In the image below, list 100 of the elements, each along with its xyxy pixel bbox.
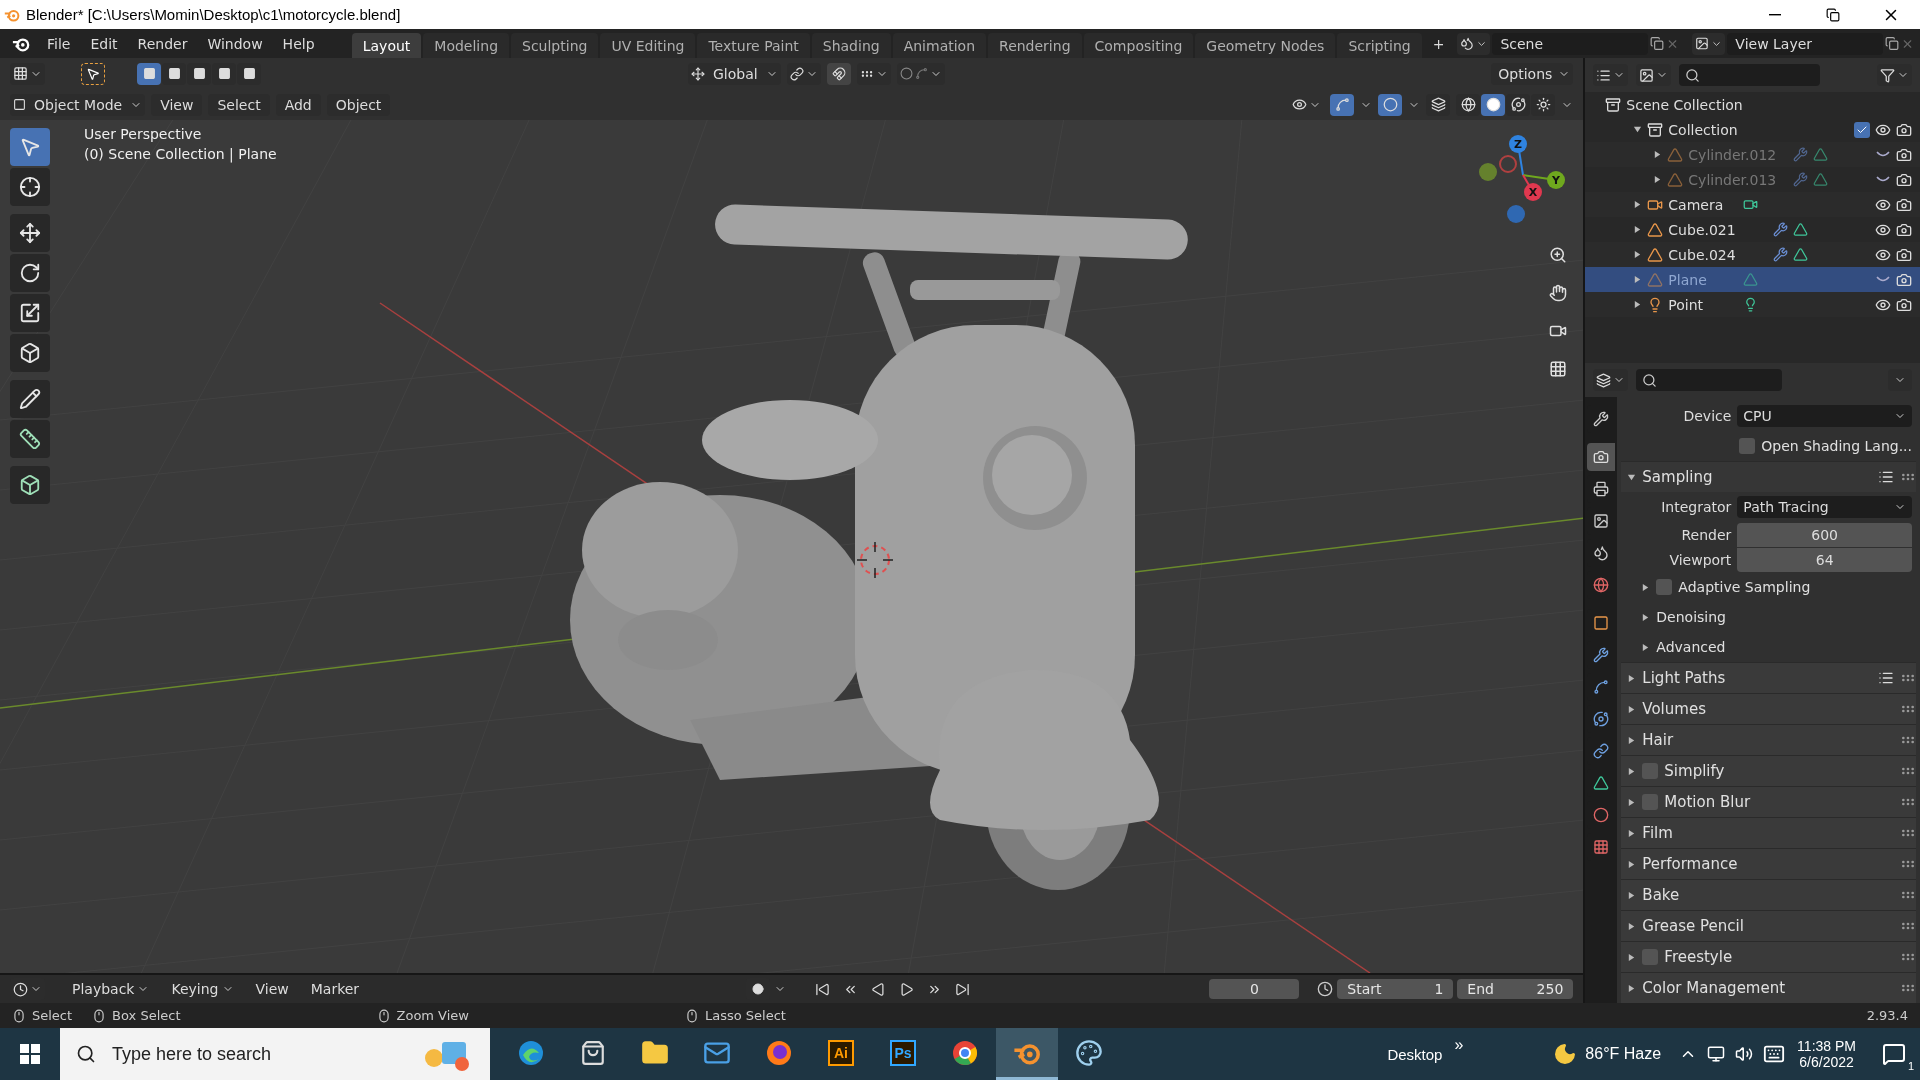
panel-title: Motion Blur [1664, 793, 1752, 811]
subpanel-header[interactable]: Denoising [1621, 602, 1916, 632]
workspace-tab[interactable]: Geometry Nodes [1195, 33, 1336, 58]
workspace-tab[interactable]: Sculpting [511, 33, 599, 58]
panel-title: Simplify [1664, 762, 1726, 780]
panel-header[interactable]: Bake [1621, 879, 1916, 910]
subpanel-title: Adaptive Sampling [1678, 579, 1812, 595]
workspace-tab[interactable]: Scripting [1337, 33, 1422, 58]
menu-item[interactable]: Render [128, 32, 197, 55]
object-name: Cylinder.013 [1688, 171, 1778, 188]
panel-title: Grease Pencil [1642, 917, 1745, 935]
integrator-dropdown[interactable]: Path Tracing [1737, 496, 1912, 518]
field-label: Render [1680, 526, 1732, 543]
panel-title: Hair [1642, 731, 1675, 749]
object-name: Camera [1668, 196, 1725, 213]
panel-title: Film [1642, 824, 1674, 842]
status-hint: Select [32, 1008, 73, 1023]
panel-header[interactable]: Volumes [1621, 693, 1916, 724]
panel-header[interactable]: Film [1621, 817, 1916, 848]
panel-title: Sampling [1642, 468, 1714, 486]
add-workspace-button[interactable]: + [1423, 32, 1454, 55]
toolbar-expand-button[interactable]: » [1454, 1036, 1464, 1054]
menu-item[interactable]: Playback [63, 978, 159, 1000]
field-label: Device [1682, 408, 1732, 424]
subpanel-title: Advanced [1656, 639, 1727, 655]
menu-item[interactable]: Help [273, 32, 324, 55]
subpanel-header[interactable]: Advanced [1621, 632, 1916, 662]
taskbar-search-box[interactable]: Type here to search [60, 1028, 490, 1080]
workspace-tab[interactable]: Shading [811, 33, 891, 58]
panel-header[interactable]: Simplify [1621, 755, 1916, 786]
mode-dropdown[interactable]: Object Mode [10, 93, 146, 116]
subpanel-header[interactable]: Adaptive Sampling [1621, 572, 1916, 602]
subpanel-title: Denoising [1656, 609, 1727, 625]
object-name: Cylinder.012 [1688, 146, 1778, 163]
field-label: Integrator [1660, 499, 1732, 515]
panel-header[interactable]: Hair [1621, 724, 1916, 755]
checkbox-label: Open Shading Lang... [1761, 438, 1913, 454]
viewport-info-text: User Perspective [84, 126, 203, 142]
object-name: Plane [1668, 271, 1708, 288]
panel-header[interactable]: Color Management [1621, 972, 1916, 1003]
window-title: Blender* [C:\Users\Momin\Desktop\c1\motorcycle.blend] [26, 6, 402, 23]
scene-collection-label: Scene Collection [1626, 96, 1744, 113]
panel-header[interactable]: Motion Blur [1621, 786, 1916, 817]
menu-item[interactable]: View [151, 93, 203, 116]
view-layer-field[interactable]: View Layer [1727, 32, 1883, 55]
menu-item[interactable]: Window [198, 32, 272, 55]
object-name: Cube.024 [1668, 246, 1737, 263]
menu-item[interactable]: Add [275, 93, 321, 116]
menu-item[interactable]: Keying [162, 978, 243, 1000]
workspace-tab[interactable]: Compositing [1083, 33, 1194, 58]
panel-title: Light Paths [1642, 669, 1727, 687]
workspace-tab[interactable]: Texture Paint [697, 33, 810, 58]
menu-item[interactable]: Select [208, 93, 270, 116]
workspace-tab[interactable]: UV Editing [600, 33, 696, 58]
status-hint: Box Select [112, 1008, 181, 1023]
status-hint: Zoom View [396, 1008, 469, 1023]
workspace-tab[interactable]: Rendering [988, 33, 1082, 58]
workspace-tab[interactable]: Animation [892, 33, 987, 58]
viewport-info-text: (0) Scene Collection | Plane [84, 146, 277, 162]
panel-title: Performance [1642, 855, 1739, 873]
panel-header[interactable]: Light Paths [1621, 662, 1916, 693]
app-icon: Ps [890, 1039, 916, 1066]
panel-header[interactable]: Sampling [1621, 461, 1916, 492]
menu-item[interactable]: Object [326, 93, 391, 116]
object-name: Collection [1668, 121, 1739, 138]
number-field[interactable]: 64 [1737, 547, 1912, 572]
taskbar-app-button[interactable]: Ai [810, 1028, 872, 1080]
number-field[interactable]: 600 [1737, 522, 1912, 547]
panel-header[interactable]: Performance [1621, 848, 1916, 879]
status-hint: Lasso Select [705, 1008, 786, 1023]
menu-item[interactable]: View [246, 978, 298, 1000]
version-text: 2.93.4 [1866, 1008, 1908, 1023]
object-name: Point [1668, 296, 1705, 313]
panel-header[interactable]: Grease Pencil [1621, 910, 1916, 941]
axis-handle[interactable]: Z [1509, 135, 1528, 176]
menu-item[interactable]: Marker [301, 978, 369, 1000]
weather-text[interactable]: 86°F Haze [1585, 1045, 1662, 1063]
panel-title: Color Management [1642, 979, 1787, 997]
scene-field[interactable]: Scene [1492, 32, 1649, 55]
start-frame-field[interactable]: Start 1 [1337, 979, 1454, 999]
clock-button[interactable]: 11:38 PM 6/6/2022 [1785, 1038, 1868, 1070]
workspace-tab[interactable]: Modeling [423, 33, 509, 58]
app-icon: Ai [828, 1039, 854, 1066]
field-label: Viewport [1668, 551, 1732, 568]
options-dropdown[interactable]: Options [1491, 62, 1574, 85]
notification-count: 1 [1907, 1060, 1914, 1072]
panel-title: Bake [1642, 886, 1681, 904]
device-dropdown[interactable]: CPU [1737, 405, 1912, 427]
search-field[interactable]: Type here to search [110, 1042, 404, 1066]
taskbar-app-button[interactable]: Ps [872, 1028, 934, 1080]
workspace-tab[interactable]: Layout [351, 33, 422, 58]
panel-header[interactable]: Freestyle [1621, 941, 1916, 972]
panel-title: Volumes [1642, 700, 1707, 718]
orientation-dropdown[interactable]: Global [688, 62, 781, 85]
current-frame-field[interactable]: 0 [1209, 979, 1300, 999]
desktop-toolbar-label[interactable]: Desktop [1387, 1045, 1443, 1063]
object-name: Cube.021 [1668, 221, 1737, 238]
menu-item[interactable]: Edit [81, 32, 127, 55]
end-frame-field[interactable]: End 250 [1457, 979, 1574, 999]
menu-item[interactable]: File [38, 32, 80, 55]
